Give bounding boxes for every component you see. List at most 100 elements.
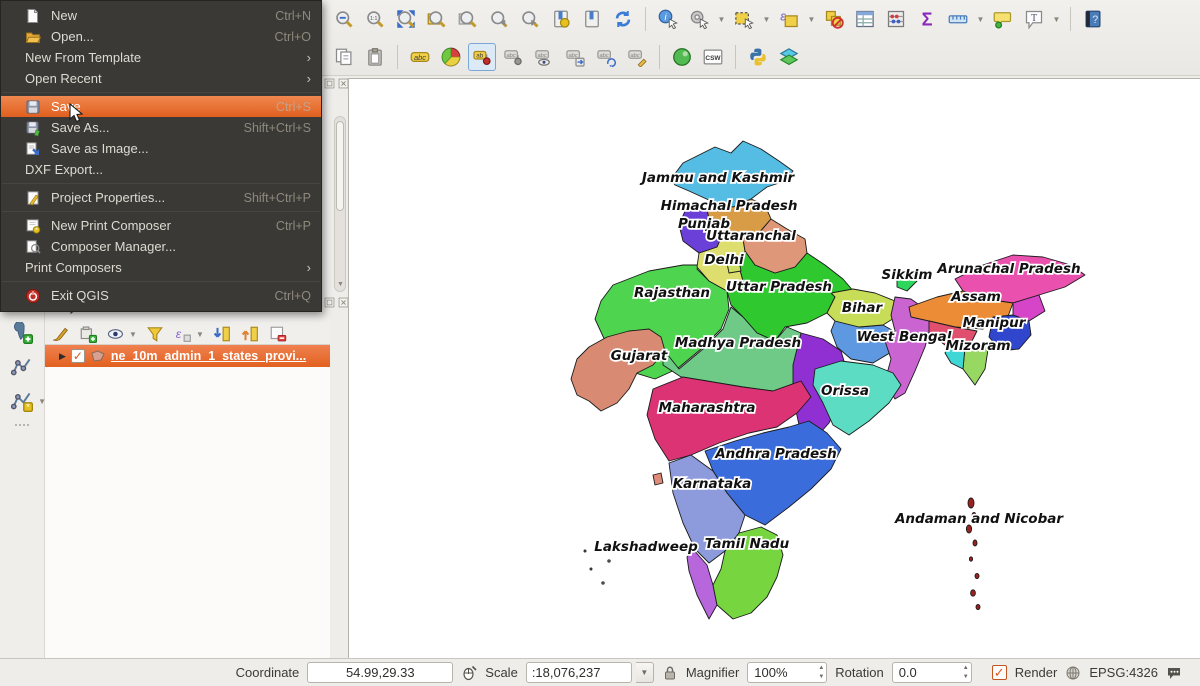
add-delimited-text-layer-icon[interactable] <box>9 320 35 346</box>
python-console-icon[interactable] <box>744 43 772 71</box>
zoom-full-icon[interactable] <box>392 5 420 33</box>
zoom-next-icon[interactable] <box>516 5 544 33</box>
svg-text:abc: abc <box>506 53 515 59</box>
menu-item-open[interactable]: Open...Ctrl+O <box>1 26 321 47</box>
scrollbar-thumb[interactable] <box>336 121 344 211</box>
menu-item-new[interactable]: NewCtrl+N <box>1 5 321 26</box>
layers-plugin-icon[interactable] <box>775 43 803 71</box>
add-group-icon[interactable] <box>77 323 99 345</box>
style-manager-icon[interactable] <box>49 323 71 345</box>
lock-scale-icon[interactable] <box>662 665 678 681</box>
messages-icon[interactable] <box>1166 665 1182 681</box>
scrollbar-down-icon[interactable]: ▼ <box>337 281 344 288</box>
crs-status: EPSG:4326 <box>1089 665 1158 680</box>
menu-item-composer-manager[interactable]: Composer Manager... <box>1 236 321 257</box>
show-bookmarks-icon[interactable] <box>578 5 606 33</box>
panel-float-icon[interactable] <box>324 76 335 94</box>
zoom-actual-icon[interactable]: 1:1 <box>361 5 389 33</box>
menu-item-save[interactable]: SaveCtrl+S <box>1 96 321 117</box>
layers-panel-float-icon[interactable] <box>324 295 335 313</box>
layer-expand-icon[interactable]: ▶ <box>59 351 66 362</box>
metasearch-csw-icon[interactable]: CSW <box>699 43 727 71</box>
state-label: Orissa <box>821 383 869 399</box>
render-checkbox[interactable]: ✓ <box>992 665 1007 680</box>
rotation-label: Rotation <box>835 665 883 680</box>
measure-icon-dropdown[interactable]: ▼ <box>975 5 986 33</box>
remove-layer-icon[interactable] <box>267 323 289 345</box>
state-label: Delhi <box>704 252 744 268</box>
menu-item-open-recent[interactable]: Open Recent› <box>1 68 321 89</box>
open-attribute-table-icon[interactable] <box>851 5 879 33</box>
m-open-icon <box>25 29 41 45</box>
crs-globe-icon[interactable] <box>1065 665 1081 681</box>
zoom-out-icon[interactable] <box>330 5 358 33</box>
map-tips-icon[interactable] <box>989 5 1017 33</box>
help-contents-icon[interactable]: ? <box>1079 5 1107 33</box>
coordinate-input[interactable]: 54.99,29.33 <box>307 662 453 683</box>
state-label: West Bengal <box>857 329 952 345</box>
m-new-icon <box>25 8 41 24</box>
pin-labels-icon[interactable]: ab <box>468 43 496 71</box>
menu-item-save-as-image[interactable]: Save as Image... <box>1 138 321 159</box>
paste-style-icon[interactable] <box>361 43 389 71</box>
rotation-spinbox[interactable]: 0.0▲▼ <box>892 662 972 683</box>
menu-item-print-composers[interactable]: Print Composers› <box>1 257 321 278</box>
run-feature-action-icon-dropdown[interactable]: ▼ <box>716 5 727 33</box>
select-by-expression-icon[interactable]: ε <box>775 5 803 33</box>
run-feature-action-icon[interactable] <box>685 5 713 33</box>
map-canvas[interactable]: Jammu and KashmirHimachal PradeshPunjabU… <box>348 78 1200 658</box>
layer-labeling-icon[interactable]: abc <box>406 43 434 71</box>
menu-shortcut: Ctrl+Q <box>275 289 311 303</box>
filter-legend-icon[interactable] <box>144 323 166 345</box>
menu-item-dxf-export[interactable]: DXF Export... <box>1 159 321 180</box>
filter-by-expression-icon[interactable]: ε <box>172 323 194 345</box>
layer-diagram-icon[interactable] <box>437 43 465 71</box>
new-shapefile-layer-icon[interactable] <box>9 354 35 380</box>
quickmapservices-icon[interactable] <box>668 43 696 71</box>
mouse-extent-toggle-icon[interactable] <box>461 665 477 681</box>
identify-features-icon[interactable]: i <box>654 5 682 33</box>
highlight-pinned-labels-icon[interactable]: abc <box>530 43 558 71</box>
filter-by-expression-icon-dropdown[interactable]: ▼ <box>196 330 205 339</box>
zoom-to-layer-icon[interactable] <box>423 5 451 33</box>
field-calculator-icon[interactable] <box>882 5 910 33</box>
collapse-all-icon[interactable] <box>239 323 261 345</box>
select-features-icon[interactable] <box>730 5 758 33</box>
scale-input[interactable]: :18,076,237 <box>526 662 632 683</box>
deselect-all-icon[interactable] <box>820 5 848 33</box>
text-annotation-icon-dropdown[interactable]: ▼ <box>1051 5 1062 33</box>
statistical-summary-icon[interactable]: Σ <box>913 5 941 33</box>
new-bookmark-icon[interactable] <box>547 5 575 33</box>
zoom-last-icon[interactable] <box>485 5 513 33</box>
menu-item-new-print-composer[interactable]: *New Print ComposerCtrl+P <box>1 215 321 236</box>
status-bar: Coordinate 54.99,29.33 Scale :18,076,237… <box>0 658 1200 686</box>
expand-all-icon[interactable] <box>211 323 233 345</box>
refresh-icon[interactable] <box>609 5 637 33</box>
change-label-icon[interactable]: abc <box>623 43 651 71</box>
select-by-expression-icon-dropdown[interactable]: ▼ <box>806 5 817 33</box>
manage-visibility-icon[interactable] <box>105 323 127 345</box>
menu-shortcut: Ctrl+P <box>276 219 311 233</box>
state-label: Assam <box>950 289 1001 305</box>
select-features-icon-dropdown[interactable]: ▼ <box>761 5 772 33</box>
layer-visibility-checkbox[interactable]: ✓ <box>71 349 85 363</box>
manage-visibility-icon-dropdown[interactable]: ▼ <box>129 330 138 339</box>
panel-scrollbar[interactable]: ▼ <box>334 116 346 292</box>
menu-item-project-properties[interactable]: Project Properties...Shift+Ctrl+P <box>1 187 321 208</box>
pin-unpin-labels-icon[interactable]: abc <box>499 43 527 71</box>
new-layer-menu-icon[interactable]: *▼ <box>9 388 35 414</box>
scale-dropdown-icon[interactable]: ▼ <box>636 662 654 683</box>
layer-row[interactable]: ▶✓ne_10m_admin_1_states_provi... <box>45 345 330 367</box>
magnifier-spinbox[interactable]: 100%▲▼ <box>747 662 827 683</box>
zoom-to-selection-icon[interactable] <box>454 5 482 33</box>
move-label-icon[interactable]: abc <box>561 43 589 71</box>
measure-icon[interactable] <box>944 5 972 33</box>
menu-item-new-from-template[interactable]: New From Template› <box>1 47 321 68</box>
text-annotation-icon[interactable]: T <box>1020 5 1048 33</box>
coordinate-label: Coordinate <box>236 665 300 680</box>
menu-item-exit-qgis[interactable]: Exit QGISCtrl+Q <box>1 285 321 306</box>
toolbar-grip[interactable] <box>15 424 29 426</box>
rotate-label-icon[interactable]: abc <box>592 43 620 71</box>
copy-style-icon[interactable] <box>330 43 358 71</box>
menu-item-save-as[interactable]: Save As...Shift+Ctrl+S <box>1 117 321 138</box>
